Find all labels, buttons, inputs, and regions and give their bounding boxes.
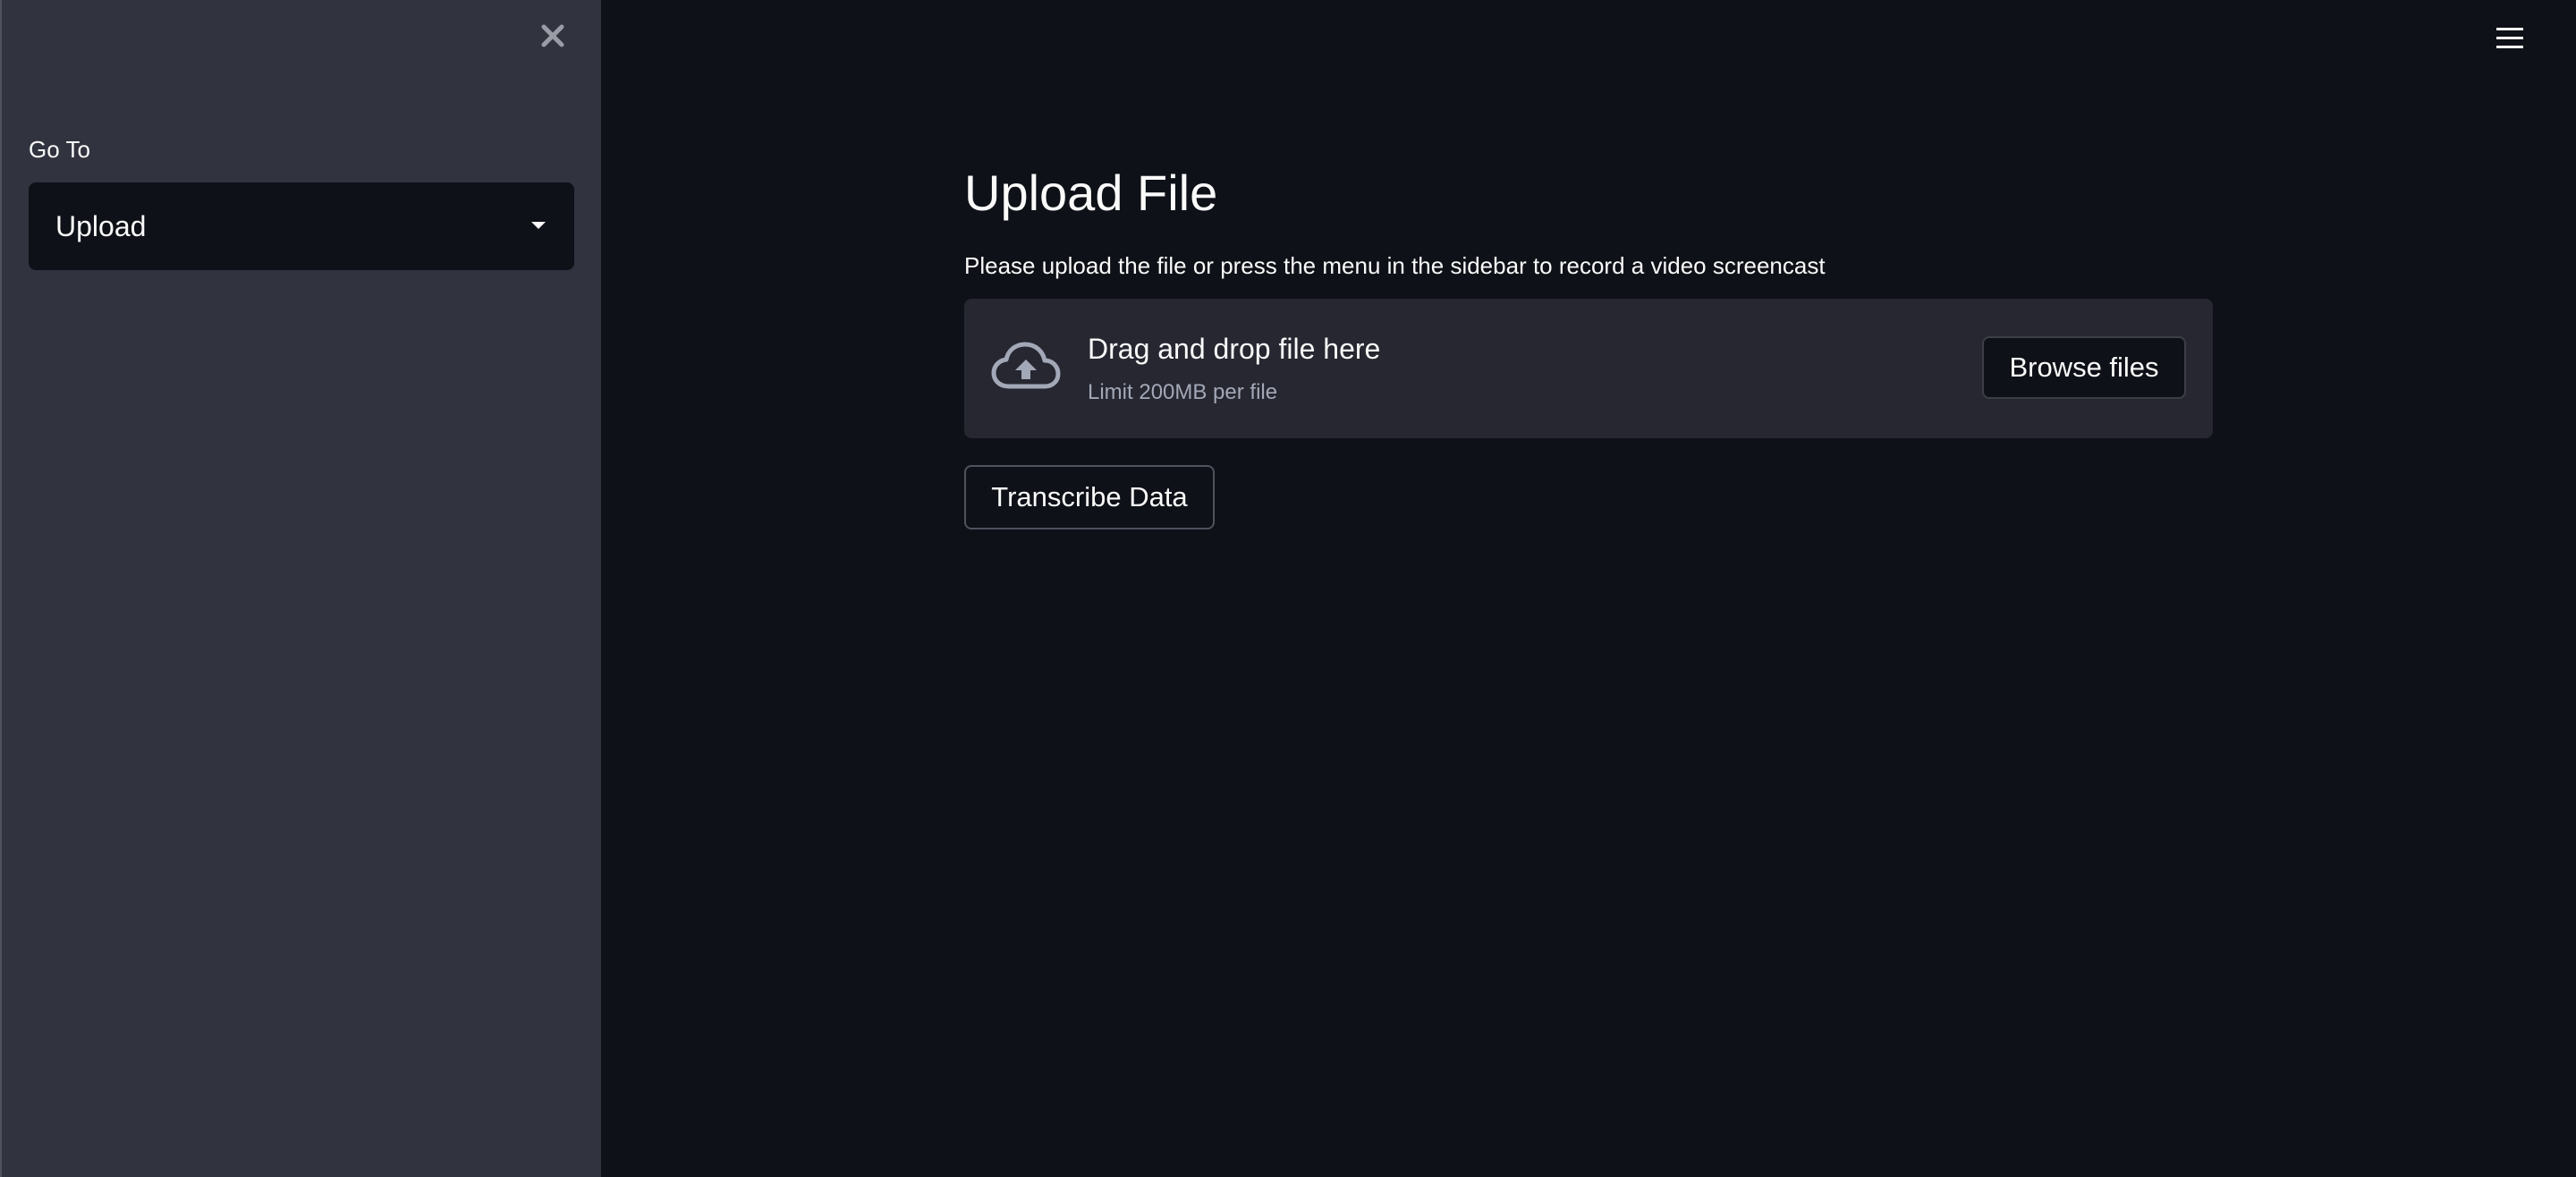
dropzone-title: Drag and drop file here — [1088, 333, 1381, 365]
main-menu-button[interactable] — [2494, 21, 2526, 54]
close-icon — [541, 24, 564, 47]
app-window: Go To Upload Upload File Please upload t… — [0, 0, 2576, 1177]
hamburger-menu-icon — [2496, 27, 2523, 30]
page-title: Upload File — [964, 165, 1218, 221]
file-dropzone[interactable]: Drag and drop file here Limit 200MB per … — [964, 299, 2213, 438]
transcribe-data-button[interactable]: Transcribe Data — [964, 465, 1215, 529]
goto-select[interactable]: Upload — [29, 182, 574, 270]
cloud-upload-icon — [991, 342, 1061, 389]
sidebar: Go To Upload — [0, 0, 601, 1177]
sidebar-close-button[interactable] — [535, 18, 571, 54]
chevron-down-icon — [531, 222, 546, 229]
goto-label: Go To — [29, 136, 90, 163]
goto-select-value: Upload — [55, 209, 147, 242]
page-subtitle: Please upload the file or press the menu… — [964, 252, 1826, 279]
dropzone-limit: Limit 200MB per file — [1088, 380, 1278, 404]
browse-files-button[interactable]: Browse files — [1982, 336, 2186, 399]
